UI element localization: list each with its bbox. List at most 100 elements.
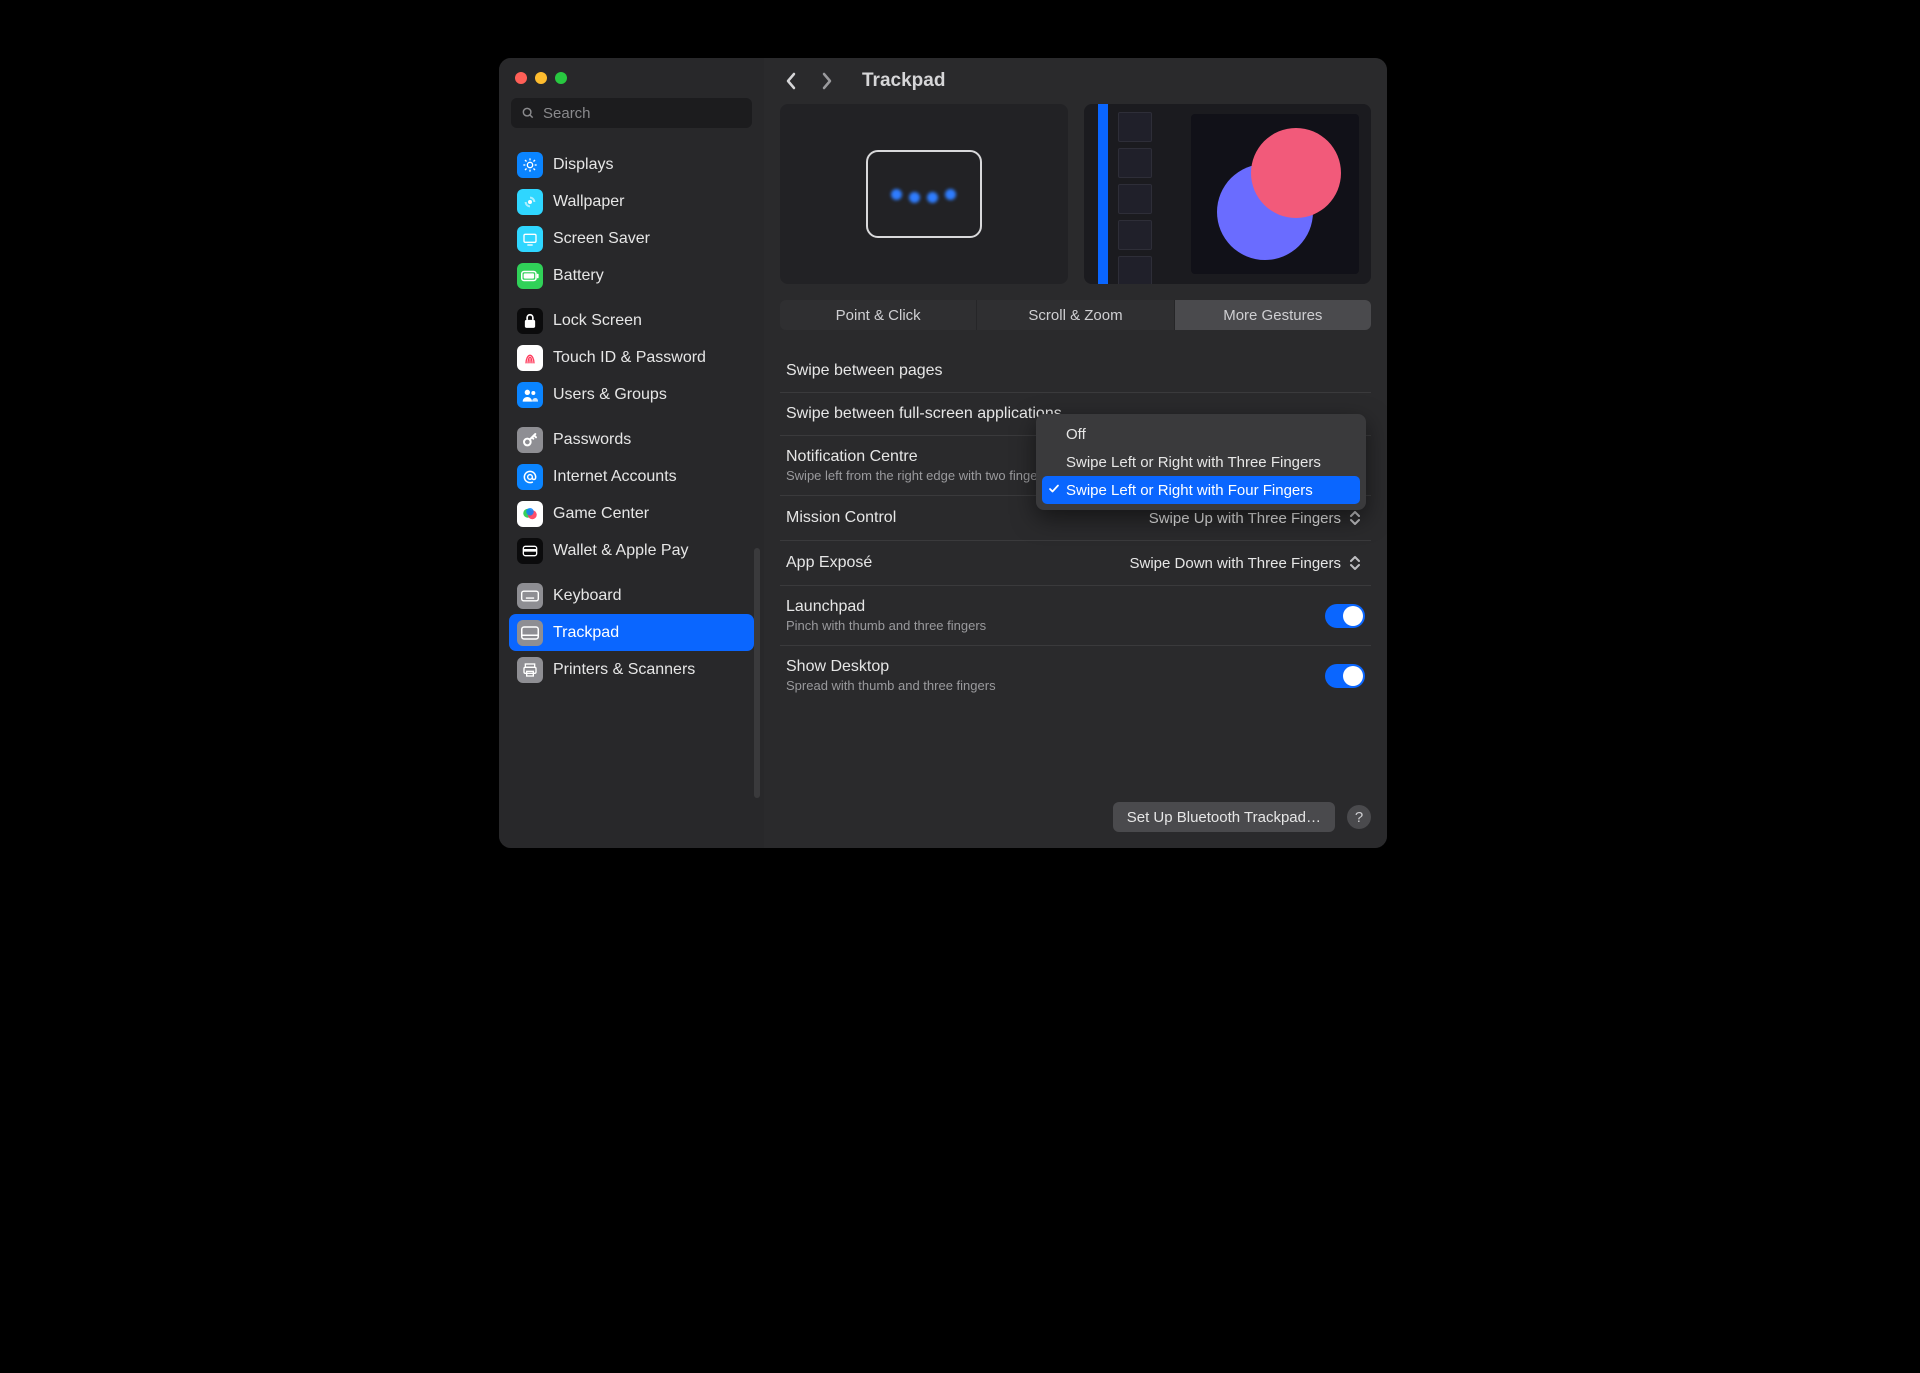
toggle-launchpad[interactable]	[1325, 604, 1365, 628]
content: Point & ClickScroll & ZoomMore Gestures …	[764, 104, 1387, 848]
updown-icon	[1349, 553, 1365, 573]
screensaver-icon	[517, 226, 543, 252]
select-value: Swipe Down with Three Fingers	[1130, 555, 1341, 572]
tab-more-gestures[interactable]: More Gestures	[1174, 300, 1371, 330]
sidebar-item-label: Battery	[553, 267, 604, 285]
wallet-icon	[517, 538, 543, 564]
sidebar-scrollbar[interactable]	[754, 548, 760, 798]
touchid-icon	[517, 345, 543, 371]
sidebar-item-wallpaper[interactable]: Wallpaper	[509, 183, 754, 220]
swipe-apps-menu: Off Swipe Left or Right with Three Finger…	[1036, 414, 1366, 510]
gamecenter-icon	[517, 501, 543, 527]
key-icon	[517, 427, 543, 453]
sublabel: Spread with thumb and three fingers	[786, 678, 996, 693]
gesture-preview	[780, 104, 1068, 284]
checkmark-icon	[1048, 482, 1060, 499]
select-app-expose[interactable]: Swipe Down with Three Fingers	[1130, 553, 1365, 573]
label: Show Desktop	[786, 658, 996, 676]
menu-item-label: Swipe Left or Right with Four Fingers	[1066, 482, 1313, 499]
system-settings-window: Displays Wallpaper Screen Saver Battery Lock…	[499, 58, 1387, 848]
select-value: Swipe Up with Three Fingers	[1149, 510, 1341, 527]
sidebar-item-users-groups[interactable]: Users & Groups	[509, 376, 754, 413]
search-input[interactable]	[541, 104, 744, 123]
search-icon	[521, 106, 535, 120]
select-mission-control[interactable]: Swipe Up with Three Fingers	[1149, 508, 1365, 528]
footer: Set Up Bluetooth Trackpad… ?	[780, 784, 1371, 832]
menu-item[interactable]: Swipe Left or Right with Four Fingers	[1042, 476, 1360, 504]
sidebar-item-label: Keyboard	[553, 587, 622, 605]
chevron-left-icon	[785, 72, 797, 90]
sidebar-item-internet-accounts[interactable]: Internet Accounts	[509, 458, 754, 495]
maximize-button[interactable]	[555, 72, 567, 84]
sidebar-item-label: Internet Accounts	[553, 468, 677, 486]
sidebar-item-trackpad[interactable]: Trackpad	[509, 614, 754, 651]
tab-point-click[interactable]: Point & Click	[780, 300, 976, 330]
trackpad-icon	[517, 620, 543, 646]
search-field[interactable]	[511, 98, 752, 128]
sidebar-list: Displays Wallpaper Screen Saver Battery Lock…	[499, 138, 764, 848]
trackpad-outline-icon	[866, 150, 982, 238]
chevron-right-icon	[821, 72, 833, 90]
toggle-show-desktop[interactable]	[1325, 664, 1365, 688]
sidebar-item-label: Screen Saver	[553, 230, 650, 248]
tabs: Point & ClickScroll & ZoomMore Gestures	[780, 300, 1371, 330]
main-panel: Trackpad	[764, 58, 1387, 848]
sidebar-item-game-center[interactable]: Game Center	[509, 495, 754, 532]
lock-icon	[517, 308, 543, 334]
sidebar-item-label: Users & Groups	[553, 386, 667, 404]
sidebar-item-label: Game Center	[553, 505, 649, 523]
screen-preview	[1084, 104, 1372, 284]
sidebar: Displays Wallpaper Screen Saver Battery Lock…	[499, 58, 764, 848]
nav-forward-button[interactable]	[816, 70, 838, 92]
menu-item-label: Swipe Left or Right with Three Fingers	[1066, 454, 1321, 471]
close-button[interactable]	[515, 72, 527, 84]
minimize-button[interactable]	[535, 72, 547, 84]
label: Swipe between pages	[786, 362, 943, 380]
wallpaper-icon	[517, 189, 543, 215]
help-button[interactable]: ?	[1347, 805, 1371, 829]
row-app-expose: App Exposé Swipe Down with Three Fingers	[780, 541, 1371, 586]
at-icon	[517, 464, 543, 490]
nav-back-button[interactable]	[780, 70, 802, 92]
preview-row	[780, 104, 1371, 284]
sidebar-item-label: Passwords	[553, 431, 631, 449]
label: Mission Control	[786, 509, 896, 527]
settings-list: Swipe between pages Swipe between full-s…	[780, 350, 1371, 705]
sidebar-item-touch-id-password[interactable]: Touch ID & Password	[509, 339, 754, 376]
row-swipe-between-pages[interactable]: Swipe between pages	[780, 350, 1371, 393]
sidebar-item-printers-scanners[interactable]: Printers & Scanners	[509, 651, 754, 688]
sidebar-item-lock-screen[interactable]: Lock Screen	[509, 302, 754, 339]
menu-item[interactable]: Swipe Left or Right with Three Fingers	[1042, 448, 1360, 476]
sidebar-item-battery[interactable]: Battery	[509, 257, 754, 294]
printer-icon	[517, 657, 543, 683]
keyboard-icon	[517, 583, 543, 609]
menu-item[interactable]: Off	[1042, 420, 1360, 448]
label: Notification Centre	[786, 448, 1048, 466]
sidebar-item-label: Touch ID & Password	[553, 349, 706, 367]
label: App Exposé	[786, 554, 872, 572]
sublabel: Swipe left from the right edge with two …	[786, 468, 1048, 483]
sidebar-item-displays[interactable]: Displays	[509, 146, 754, 183]
sidebar-item-keyboard[interactable]: Keyboard	[509, 577, 754, 614]
sidebar-item-label: Displays	[553, 156, 613, 174]
sublabel: Pinch with thumb and three fingers	[786, 618, 986, 633]
battery-icon	[517, 263, 543, 289]
finger-dots-icon	[891, 189, 956, 200]
sidebar-item-label: Trackpad	[553, 624, 619, 642]
label: Launchpad	[786, 598, 986, 616]
topbar: Trackpad	[764, 58, 1387, 104]
sidebar-item-screen-saver[interactable]: Screen Saver	[509, 220, 754, 257]
updown-icon	[1349, 508, 1365, 528]
sidebar-item-wallet-apple-pay[interactable]: Wallet & Apple Pay	[509, 532, 754, 569]
sidebar-item-passwords[interactable]: Passwords	[509, 421, 754, 458]
sidebar-item-label: Lock Screen	[553, 312, 642, 330]
sidebar-item-label: Wallpaper	[553, 193, 624, 211]
menu-item-label: Off	[1066, 426, 1086, 443]
setup-bluetooth-trackpad-button[interactable]: Set Up Bluetooth Trackpad…	[1113, 802, 1335, 832]
sidebar-item-label: Wallet & Apple Pay	[553, 542, 688, 560]
users-icon	[517, 382, 543, 408]
row-launchpad: Launchpad Pinch with thumb and three fin…	[780, 586, 1371, 646]
displays-icon	[517, 152, 543, 178]
label: Swipe between full-screen applications	[786, 405, 1062, 423]
tab-scroll-zoom[interactable]: Scroll & Zoom	[976, 300, 1173, 330]
